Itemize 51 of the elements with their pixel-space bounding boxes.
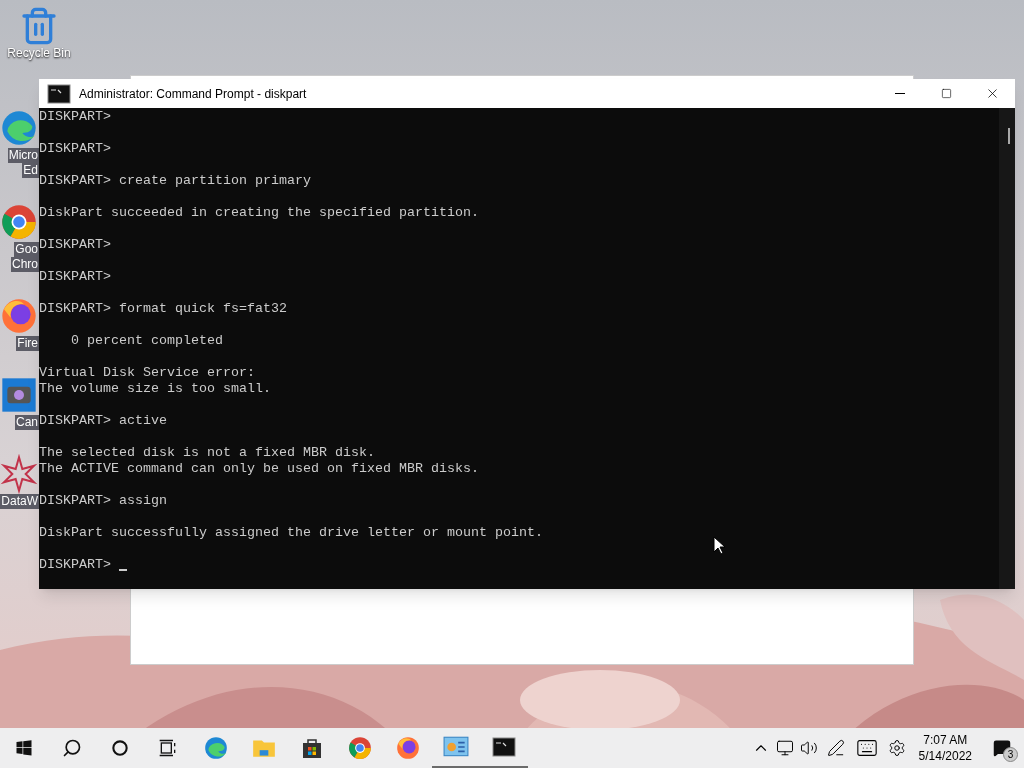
- console-output: DISKPART>: [39, 141, 111, 157]
- console-output: DISKPART>: [39, 557, 112, 573]
- star-shape-icon: [0, 454, 39, 494]
- pen-icon[interactable]: [826, 739, 845, 757]
- edge-icon: [203, 735, 229, 761]
- firefox-icon: [395, 735, 421, 761]
- text-cursor: [119, 569, 127, 571]
- shopping-bag-icon: [300, 736, 324, 760]
- console-output: Virtual Disk Service error: The volume size is too small.: [39, 365, 271, 397]
- search-icon: [62, 738, 82, 758]
- desktop-icon-label[interactable]: Micro: [7, 148, 39, 163]
- clock[interactable]: 7:07 AM 5/14/2022: [910, 732, 980, 764]
- console-output: DISKPART> format quick fs=fat32: [39, 301, 287, 317]
- scrollbar-thumb[interactable]: [1008, 128, 1010, 144]
- volume-icon[interactable]: [799, 739, 818, 757]
- console-output: DISKPART>: [39, 237, 111, 253]
- scrollbar[interactable]: [999, 108, 1015, 589]
- terminal-icon: [492, 735, 516, 759]
- settings-icon[interactable]: [887, 739, 906, 757]
- task-view-icon: [158, 738, 178, 758]
- desktop-icon-label[interactable]: Ed: [22, 163, 39, 178]
- camera-icon: [0, 375, 39, 415]
- circle-icon: [110, 738, 130, 758]
- console-output: DiskPart succeeded in creating the specified partition.: [39, 205, 479, 221]
- mouse-pointer-icon: [713, 536, 725, 555]
- console-output: DISKPART> active: [39, 413, 167, 429]
- window-title: Administrator: Command Prompt - diskpart: [79, 85, 307, 103]
- minimize-icon: [895, 93, 905, 94]
- notification-count: 3: [1003, 747, 1018, 762]
- console-output: DISKPART>: [39, 109, 111, 125]
- keyboard-icon[interactable]: [855, 737, 878, 759]
- firefox-icon: [0, 296, 39, 336]
- console-output: DISKPART> create partition primary: [39, 173, 311, 189]
- desktop-icon-label[interactable]: Can: [15, 415, 39, 430]
- console-output: DiskPart successfully assigned the drive letter or mount point.: [39, 525, 543, 541]
- maximize-icon: [940, 88, 952, 99]
- console-output: 0 percent completed: [70, 333, 223, 349]
- console-output: DISKPART>: [39, 269, 111, 285]
- notification-button[interactable]: 3: [980, 728, 1024, 768]
- desktop-icon-label[interactable]: Goo: [14, 242, 39, 257]
- chrome-icon: [347, 735, 373, 761]
- edge-icon: [0, 108, 39, 148]
- console-output: DISKPART> assign: [39, 493, 167, 509]
- network-icon[interactable]: [775, 739, 794, 757]
- console-output: The selected disk is not a fixed MBR disk. The ACTIVE command can only be used on fixed MBR disks.: [39, 445, 479, 477]
- desktop-icon-label[interactable]: DataW: [0, 494, 39, 509]
- desktop-icon-label[interactable]: Fire: [16, 336, 39, 351]
- desktop-icon-label[interactable]: Chro: [11, 257, 39, 272]
- windows-logo-icon: [15, 739, 33, 757]
- terminal-icon: [47, 81, 71, 106]
- chrome-icon: [0, 202, 39, 242]
